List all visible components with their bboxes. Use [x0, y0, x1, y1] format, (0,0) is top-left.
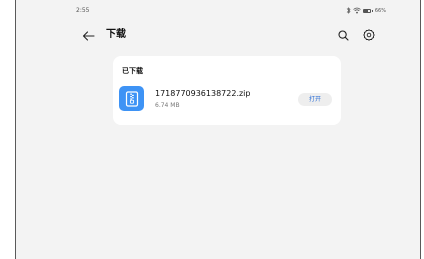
status-time: 2:55 [76, 7, 90, 14]
page-title: 下载 [106, 29, 126, 40]
wifi-icon [353, 7, 361, 14]
device-screen: 2:55 66% 下载 已下载 1718770936138722.zip 6.7… [15, 0, 421, 259]
back-button[interactable] [80, 27, 96, 43]
toolbar: 下载 [16, 24, 420, 48]
search-button[interactable] [335, 27, 351, 43]
file-name: 1718770936138722.zip [155, 89, 251, 98]
settings-button[interactable] [361, 27, 377, 43]
battery-icon: 66% [362, 7, 386, 14]
bluetooth-icon [346, 7, 351, 14]
back-arrow-icon [82, 26, 95, 45]
search-icon [337, 26, 349, 45]
status-icons: 66% [346, 7, 386, 14]
open-button[interactable]: 打开 [298, 93, 332, 106]
file-size: 6.74 MB [155, 102, 180, 109]
battery-fill [363, 9, 368, 12]
downloads-card: 已下载 1718770936138722.zip 6.74 MB 打开 [113, 56, 341, 125]
zip-file-icon [119, 86, 144, 111]
battery-percent: 66% [374, 7, 386, 14]
download-item[interactable]: 1718770936138722.zip 6.74 MB 打开 [113, 84, 341, 116]
section-title-downloaded: 已下载 [122, 67, 143, 75]
status-bar: 2:55 66% [16, 0, 420, 18]
gear-icon [363, 26, 375, 45]
